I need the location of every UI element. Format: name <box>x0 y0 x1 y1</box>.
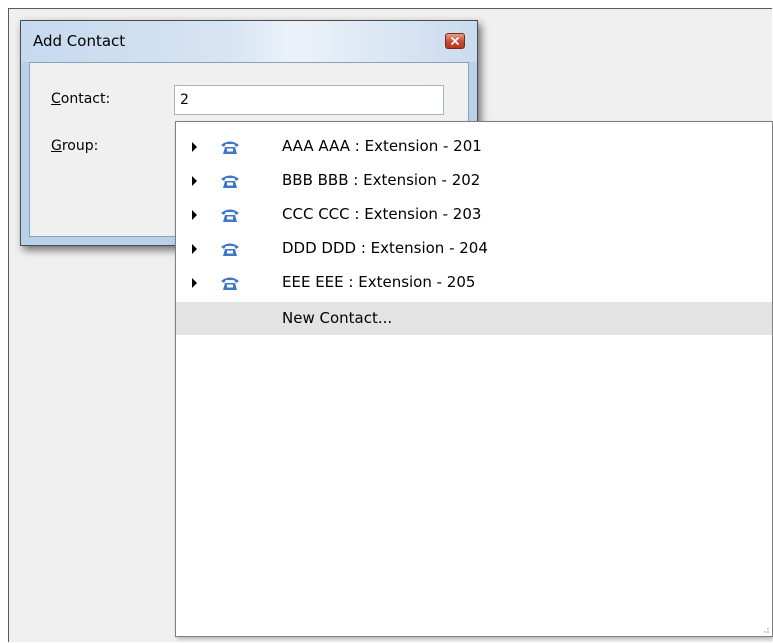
phone-icon <box>221 277 239 290</box>
contact-input[interactable] <box>174 85 444 115</box>
list-item-label: EEE EEE : Extension - 205 <box>282 273 476 291</box>
list-item-label: AAA AAA : Extension - 201 <box>282 137 482 155</box>
phone-icon <box>221 141 239 154</box>
expand-arrow-icon[interactable] <box>192 142 197 152</box>
list-item[interactable]: EEE EEE : Extension - 205 <box>176 266 772 299</box>
close-button[interactable] <box>445 33 465 49</box>
expand-arrow-icon[interactable] <box>192 278 197 288</box>
group-dropdown-list[interactable]: AAA AAA : Extension - 201 BBB BBB : Exte… <box>175 121 773 637</box>
dialog-titlebar[interactable]: Add Contact <box>21 21 477 62</box>
phone-icon <box>221 243 239 256</box>
group-label: Group: <box>51 138 99 154</box>
list-item[interactable]: CCC CCC : Extension - 203 <box>176 198 772 231</box>
contact-label: Contact: <box>51 91 111 107</box>
close-icon <box>451 37 459 45</box>
phone-icon <box>221 209 239 222</box>
list-item-label: DDD DDD : Extension - 204 <box>282 239 488 257</box>
expand-arrow-icon[interactable] <box>192 176 197 186</box>
new-contact-label: New Contact... <box>282 309 393 327</box>
expand-arrow-icon[interactable] <box>192 210 197 220</box>
phone-icon <box>221 175 239 188</box>
resize-grip-icon[interactable] <box>760 624 770 634</box>
new-contact-item[interactable]: New Contact... <box>176 302 772 335</box>
list-item-label: CCC CCC : Extension - 203 <box>282 205 482 223</box>
dialog-title: Add Contact <box>33 32 126 50</box>
list-item[interactable]: AAA AAA : Extension - 201 <box>176 130 772 163</box>
expand-arrow-icon[interactable] <box>192 244 197 254</box>
list-item-label: BBB BBB : Extension - 202 <box>282 171 481 189</box>
list-item[interactable]: DDD DDD : Extension - 204 <box>176 232 772 265</box>
list-item[interactable]: BBB BBB : Extension - 202 <box>176 164 772 197</box>
